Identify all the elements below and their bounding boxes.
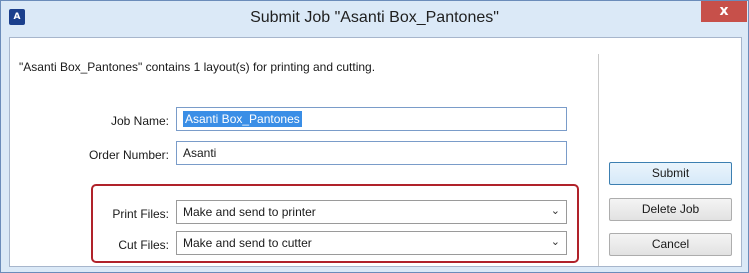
close-button[interactable]: x <box>701 1 747 22</box>
order-number-value: Asanti <box>183 146 217 160</box>
dialog-body: "Asanti Box_Pantones" contains 1 layout(… <box>9 37 742 267</box>
chevron-down-icon: ⌄ <box>550 235 560 248</box>
cut-files-value: Make and send to cutter <box>183 236 312 250</box>
vertical-divider <box>598 54 599 266</box>
order-number-field[interactable]: Asanti <box>176 141 567 165</box>
delete-job-button[interactable]: Delete Job <box>609 198 732 221</box>
job-name-value: Asanti Box_Pantones <box>183 111 302 127</box>
cut-files-label: Cut Files: <box>118 238 169 252</box>
title-bar[interactable]: A Submit Job "Asanti Box_Pantones" x <box>1 1 748 34</box>
order-number-label: Order Number: <box>88 148 169 162</box>
app-icon: A <box>9 9 25 25</box>
job-name-field[interactable]: Asanti Box_Pantones <box>176 107 567 131</box>
submit-button[interactable]: Submit <box>609 162 732 185</box>
submit-job-dialog: A Submit Job "Asanti Box_Pantones" x "As… <box>0 0 749 273</box>
dialog-title: Submit Job "Asanti Box_Pantones" <box>250 9 499 26</box>
cut-files-dropdown[interactable]: Make and send to cutter ⌄ <box>176 231 567 255</box>
cancel-button[interactable]: Cancel <box>609 233 732 256</box>
job-name-label: Job Name: <box>110 114 169 128</box>
chevron-down-icon: ⌄ <box>550 204 560 217</box>
info-message: "Asanti Box_Pantones" contains 1 layout(… <box>19 60 376 74</box>
print-files-label: Print Files: <box>112 207 169 221</box>
print-files-dropdown[interactable]: Make and send to printer ⌄ <box>176 200 567 224</box>
print-files-value: Make and send to printer <box>183 205 316 219</box>
